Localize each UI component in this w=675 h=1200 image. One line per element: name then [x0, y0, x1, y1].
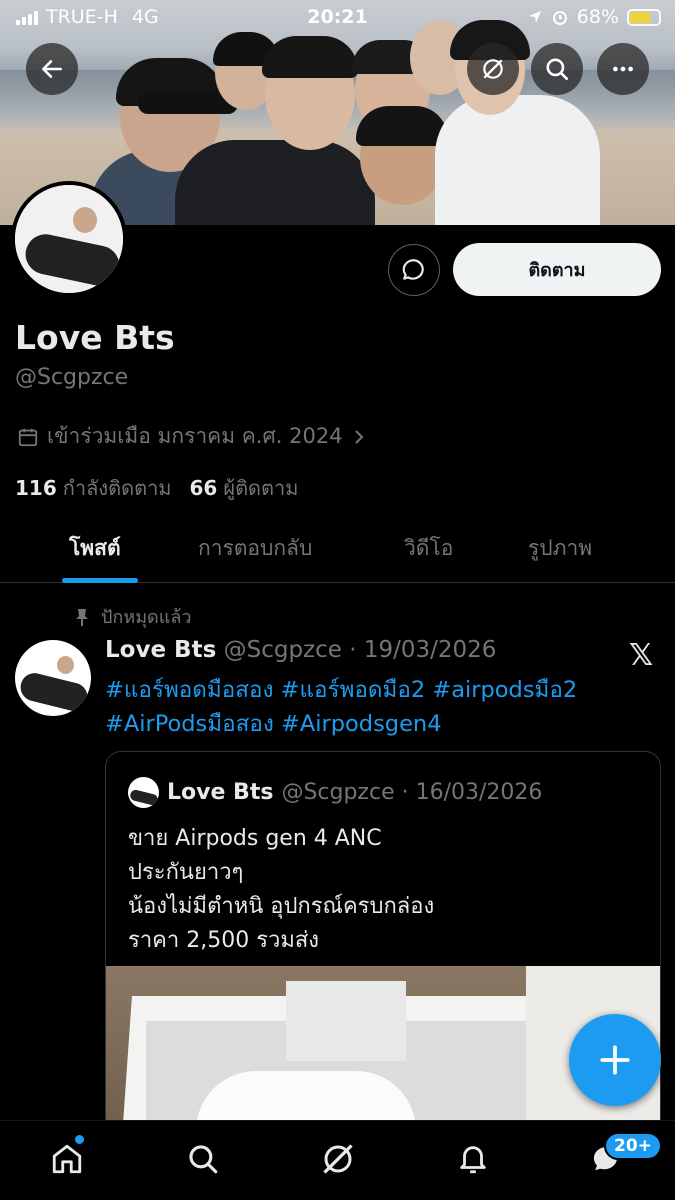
quote-header: Love Bts @Scgpzce · 16/03/2026: [128, 777, 542, 808]
tab-photos[interactable]: รูปภาพ: [528, 532, 592, 565]
nav-search[interactable]: [183, 1139, 223, 1179]
message-bubble-icon: [402, 259, 424, 280]
alarm-icon: [552, 11, 567, 25]
post-avatar[interactable]: [15, 640, 91, 716]
followers-link[interactable]: 66 ผู้ติดตาม: [190, 472, 299, 504]
quote-handle-date: @Scgpzce · 16/03/2026: [281, 780, 543, 805]
more-button[interactable]: [597, 43, 649, 95]
banner-figure: [356, 106, 448, 146]
nav-grok[interactable]: [318, 1139, 358, 1179]
home-notification-dot: [75, 1135, 84, 1144]
hashtags-line[interactable]: #AirPodsมือสอง #Airpodsgen4: [105, 707, 665, 741]
following-link[interactable]: 116 กำลังติดตาม: [15, 472, 172, 504]
tab-posts[interactable]: โพสต์: [69, 532, 121, 565]
quote-text: ขาย Airpods gen 4 ANC ประกันยาวๆ น้องไม่…: [128, 822, 434, 958]
status-bar: TRUE-H 4G 20:21 68%: [0, 0, 675, 34]
nav-home[interactable]: [47, 1139, 87, 1179]
banner-figure: [435, 95, 600, 225]
quote-avatar: [128, 777, 159, 808]
post-author[interactable]: Love Bts: [105, 637, 216, 663]
quote-line: ราคา 2,500 รวมส่ง: [128, 928, 320, 953]
search-icon: [189, 1145, 218, 1174]
follow-counts: 116 กำลังติดตาม 66 ผู้ติดตาม: [15, 472, 298, 504]
chevron-right-icon: [354, 429, 364, 444]
bell-icon: [460, 1146, 486, 1174]
avatar-figure: [17, 670, 91, 714]
status-right: 68%: [527, 6, 661, 28]
quote-line: ขาย Airpods gen 4 ANC: [128, 826, 382, 851]
avatar-figure: [73, 207, 97, 233]
following-count: 116: [15, 476, 57, 500]
post-header: Love Bts @Scgpzce · 19/03/2026: [105, 637, 496, 663]
joined-date[interactable]: เข้าร่วมเมือ มกราคม ค.ศ. 2024: [17, 420, 367, 453]
compose-button[interactable]: [569, 1014, 661, 1106]
quote-author: Love Bts: [167, 780, 274, 805]
search-icon: [546, 58, 569, 81]
profile-handle: @Scgpzce: [15, 365, 129, 390]
quote-line: ประกันยาวๆ: [128, 860, 244, 885]
profile-avatar[interactable]: [11, 181, 127, 297]
profile-tabs: โพสต์ การตอบกลับ วิดีโอ รูปภาพ: [0, 520, 675, 583]
grok-icon: [483, 59, 503, 79]
following-label: กำลังติดตาม: [62, 476, 172, 500]
tab-replies[interactable]: การตอบกลับ: [198, 532, 312, 565]
battery-fill: [630, 11, 651, 23]
more-dots-icon: [613, 66, 633, 72]
quote-line: น้องไม่มีตำหนิ อุปกรณ์ครบกล่อง: [128, 894, 435, 919]
message-button[interactable]: [388, 244, 440, 296]
plus-icon: [600, 1045, 630, 1075]
arrow-left-icon: [42, 60, 62, 78]
profile-name: Love Bts: [15, 318, 175, 357]
post-handle-date: @Scgpzce · 19/03/2026: [223, 637, 497, 663]
bottom-nav: [0, 1120, 675, 1200]
messages-badge: 20+: [604, 1132, 662, 1160]
battery-icon: [627, 8, 661, 26]
x-logo-icon: 𝕏: [629, 638, 654, 673]
calendar-icon: [18, 428, 38, 446]
follow-button[interactable]: ติดตาม: [453, 243, 661, 296]
home-icon: [52, 1144, 82, 1174]
back-button[interactable]: [26, 43, 78, 95]
post-hashtags[interactable]: #แอร์พอดมือสอง #แอร์พอดมือ2 #airpodsมือ2…: [105, 673, 665, 741]
product-tab: [286, 981, 406, 1061]
followers-label: ผู้ติดตาม: [223, 476, 299, 500]
pin-icon: [76, 608, 88, 626]
banner-figure: [262, 36, 358, 78]
followers-count: 66: [189, 476, 218, 500]
pinned-label: ปักหมุดแล้ว: [101, 607, 192, 628]
grok-icon: [323, 1144, 353, 1174]
tab-videos[interactable]: วิดีโอ: [404, 532, 453, 565]
joined-label: เข้าร่วมเมือ มกราคม ค.ศ. 2024: [47, 424, 343, 448]
nav-notifications[interactable]: [453, 1139, 493, 1179]
avatar-figure: [57, 656, 74, 674]
pinned-indicator: ปักหมุดแล้ว: [73, 602, 191, 631]
search-button[interactable]: [531, 43, 583, 95]
banner-figure: [175, 140, 375, 225]
battery-percent: 68%: [576, 6, 619, 28]
quoted-post[interactable]: Love Bts @Scgpzce · 16/03/2026 ขาย Airpo…: [105, 751, 661, 1151]
active-tab-indicator: [62, 578, 138, 583]
grok-button[interactable]: [467, 43, 519, 95]
location-icon: [528, 11, 541, 23]
hashtags-line[interactable]: #แอร์พอดมือสอง #แอร์พอดมือ2 #airpodsมือ2: [105, 673, 665, 707]
